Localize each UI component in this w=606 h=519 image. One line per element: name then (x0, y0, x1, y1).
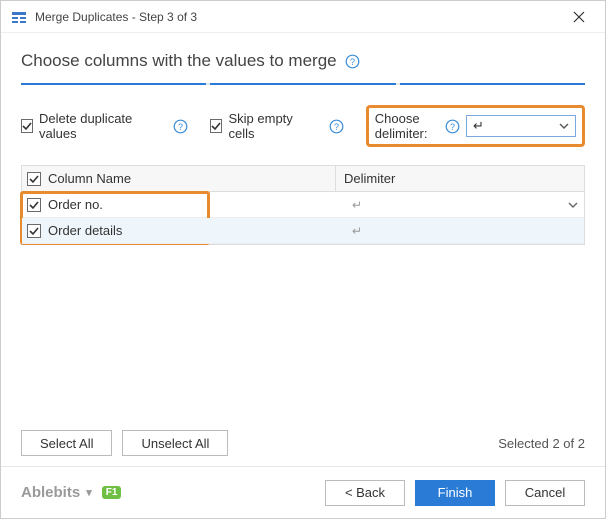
titlebar: Merge Duplicates - Step 3 of 3 (1, 1, 605, 33)
checkbox-icon (21, 119, 33, 133)
header-delimiter[interactable]: Delimiter (336, 166, 584, 191)
header-column-name[interactable]: Column Name (46, 166, 336, 191)
select-all-button[interactable]: Select All (21, 430, 112, 456)
help-icon[interactable]: ? (173, 119, 188, 134)
row-name: Order details (46, 218, 336, 243)
brand-link[interactable]: Ablebits ▾ (21, 484, 92, 501)
help-icon[interactable]: ? (345, 54, 360, 69)
content-area: Choose columns with the values to merge … (1, 33, 605, 466)
heading-text: Choose columns with the values to merge (21, 51, 337, 71)
delete-duplicates-checkbox[interactable]: Delete duplicate values (21, 111, 151, 141)
chevron-down-icon (568, 200, 578, 210)
unselect-all-button[interactable]: Unselect All (122, 430, 228, 456)
dialog-window: Merge Duplicates - Step 3 of 3 Choose co… (0, 0, 606, 519)
skip-empty-checkbox[interactable]: Skip empty cells (210, 111, 306, 141)
selected-count: Selected 2 of 2 (498, 436, 585, 451)
svg-text:?: ? (450, 122, 455, 132)
finish-button[interactable]: Finish (415, 480, 495, 506)
page-heading: Choose columns with the values to merge … (21, 51, 585, 71)
delimiter-select[interactable]: ↵ (466, 115, 576, 137)
f1-help-badge[interactable]: F1 (102, 486, 122, 499)
back-button[interactable]: < Back (325, 480, 405, 506)
row-checkbox[interactable] (27, 198, 41, 212)
row-checkbox[interactable] (27, 224, 41, 238)
row-name: Order no. (46, 192, 336, 217)
chevron-down-icon: ▾ (86, 486, 92, 499)
chevron-down-icon (559, 119, 569, 134)
table-row[interactable]: Order no. ↵ (22, 192, 584, 218)
row-delimiter: ↵ (344, 198, 562, 212)
delimiter-value: ↵ (473, 118, 484, 134)
table-header: Column Name Delimiter (22, 166, 584, 192)
step-progress (21, 83, 585, 85)
close-icon (573, 11, 585, 23)
select-all-rows-checkbox[interactable] (27, 172, 41, 186)
svg-text:?: ? (334, 122, 339, 132)
checkbox-icon (210, 119, 222, 133)
columns-table: Column Name Delimiter Order no. ↵ (21, 165, 585, 245)
choose-delimiter-group: Choose delimiter: ? ↵ (366, 105, 585, 147)
table-row[interactable]: Order details ↵ (22, 218, 584, 244)
window-title: Merge Duplicates - Step 3 of 3 (35, 10, 563, 24)
app-icon (11, 9, 27, 25)
delete-duplicates-label: Delete duplicate values (39, 111, 151, 141)
row-delimiter: ↵ (344, 224, 562, 238)
help-icon[interactable]: ? (445, 119, 460, 134)
brand-name: Ablebits (21, 484, 80, 501)
options-row: Delete duplicate values ? Skip empty cel… (21, 105, 585, 147)
choose-delimiter-label: Choose delimiter: (375, 111, 439, 141)
cancel-button[interactable]: Cancel (505, 480, 585, 506)
skip-empty-label: Skip empty cells (228, 111, 306, 141)
help-icon[interactable]: ? (329, 119, 344, 134)
svg-text:?: ? (178, 122, 183, 132)
footer: Ablebits ▾ F1 < Back Finish Cancel (1, 466, 605, 518)
close-button[interactable] (563, 1, 595, 33)
selection-controls: Select All Unselect All Selected 2 of 2 (21, 430, 585, 456)
row-delimiter-dropdown[interactable] (562, 200, 584, 210)
svg-text:?: ? (350, 57, 355, 67)
